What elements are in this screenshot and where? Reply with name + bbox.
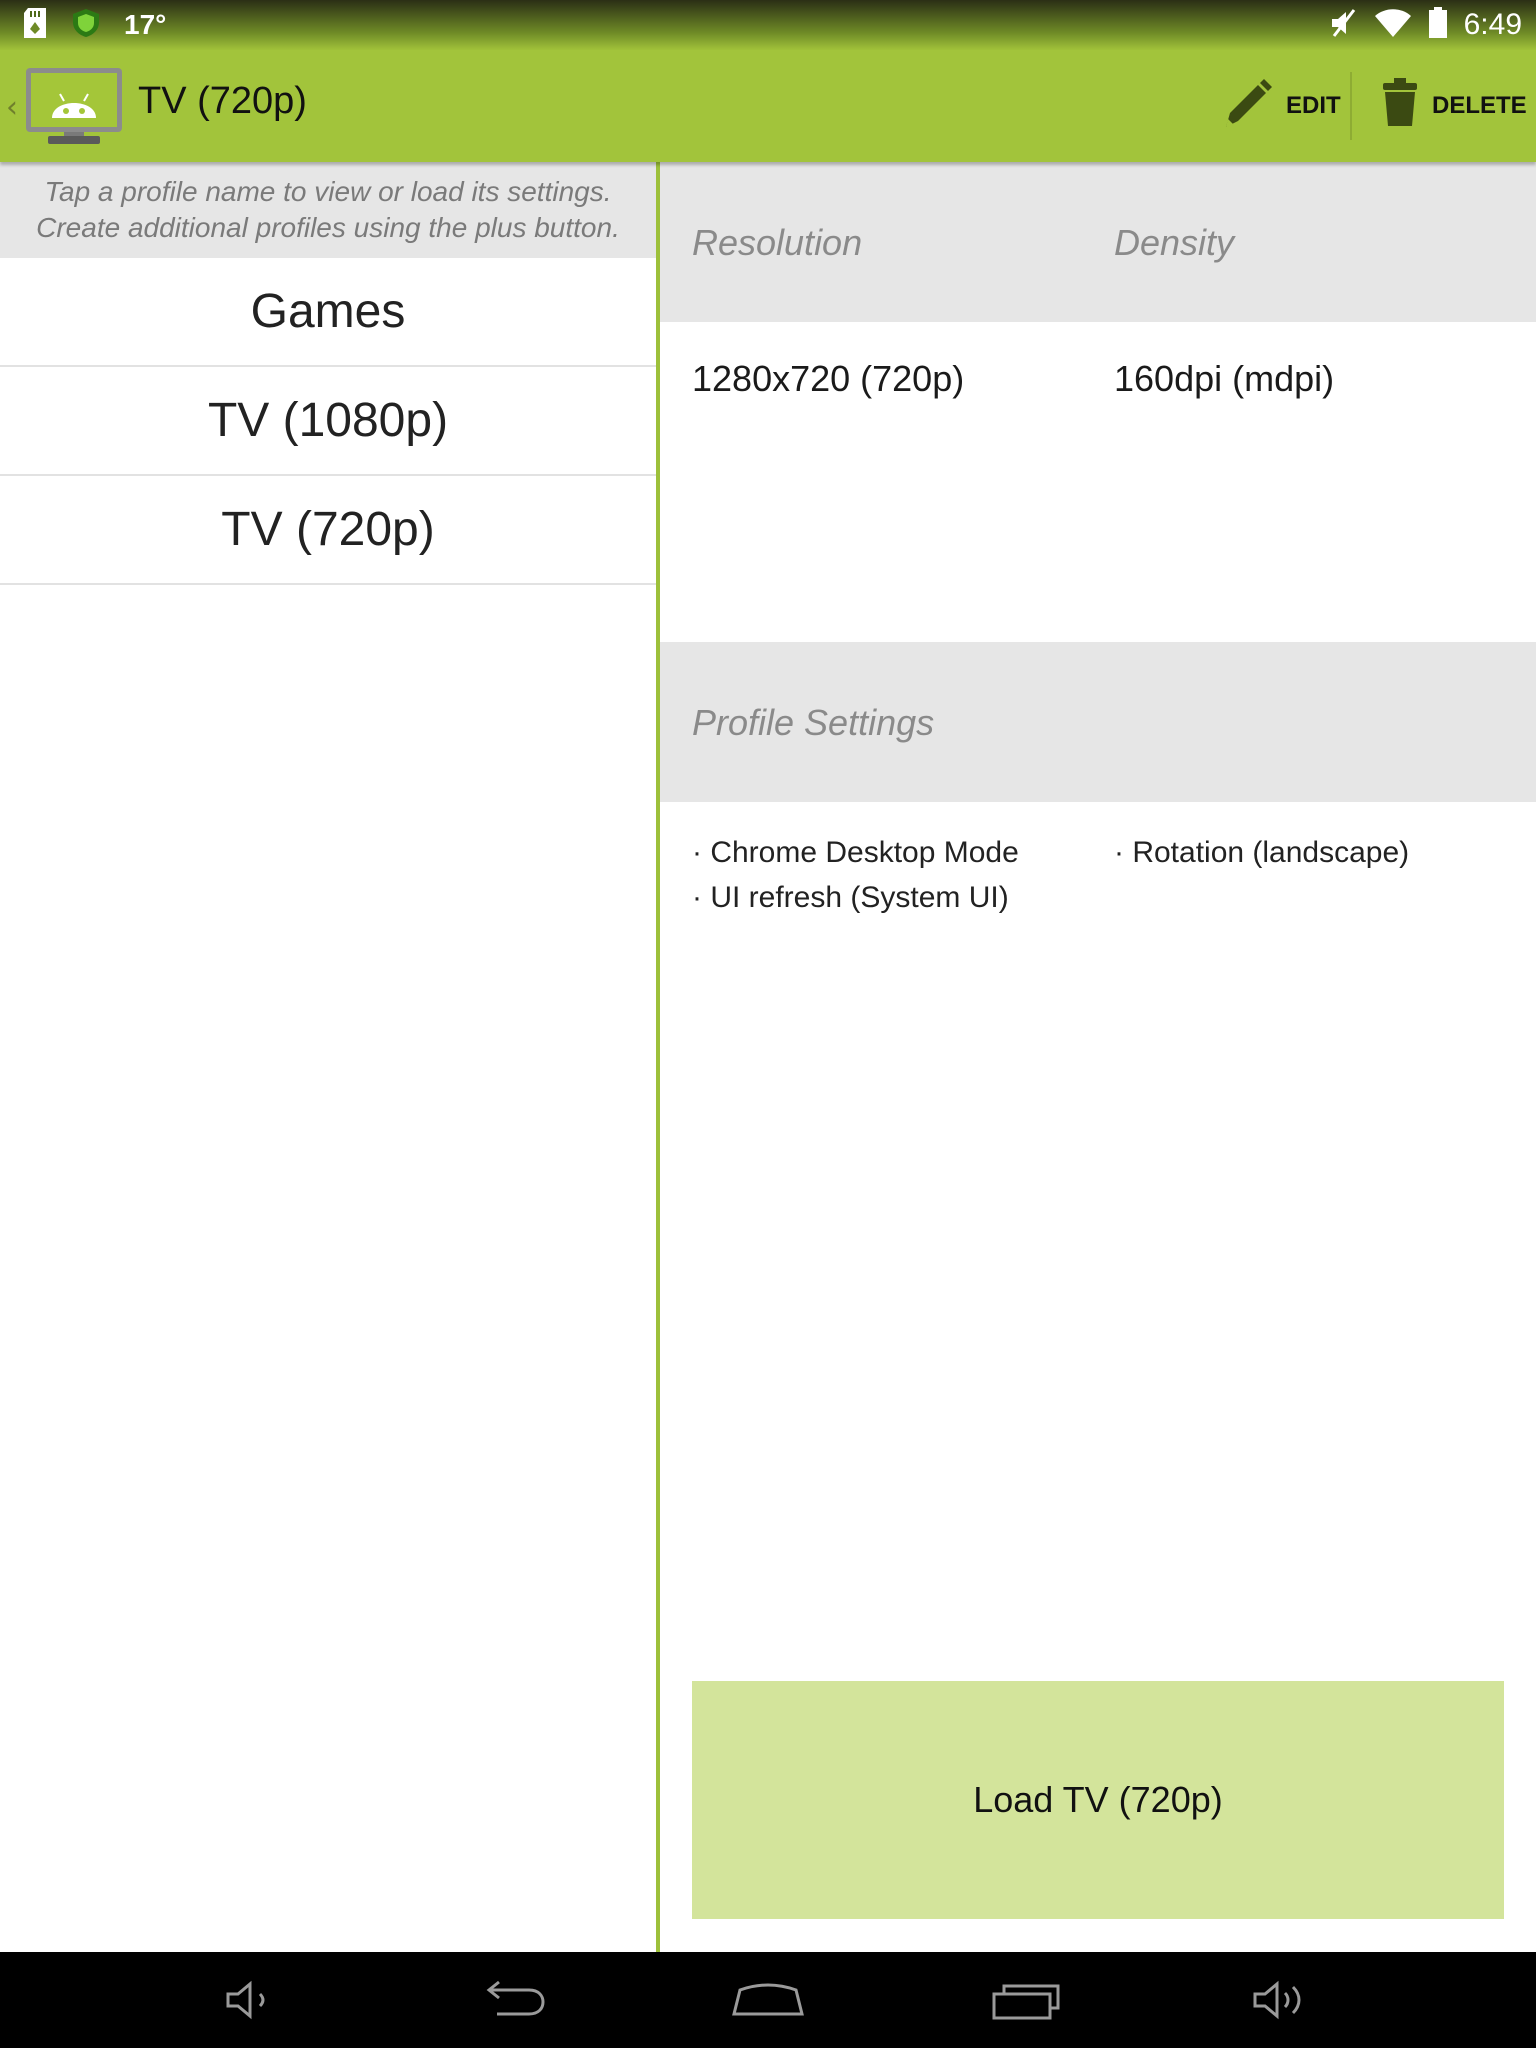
load-profile-button[interactable]: Load TV (720p)	[692, 1681, 1504, 1919]
hint-line-2: Create additional profiles using the plu…	[36, 212, 620, 243]
status-bar: 17° 6:49	[0, 0, 1536, 50]
action-divider	[1350, 72, 1352, 140]
profile-item-tv-720p[interactable]: TV (720p)	[0, 476, 656, 585]
page-title: TV (720p)	[138, 80, 307, 122]
edit-label: EDIT	[1286, 92, 1341, 119]
hint-line-1: Tap a profile name to view or load its s…	[44, 176, 612, 207]
profile-item-tv-1080p[interactable]: TV (1080p)	[0, 367, 656, 476]
display-header: Resolution Density	[660, 162, 1536, 322]
profile-list-pane: Tap a profile name to view or load its s…	[0, 162, 656, 1952]
setting-chrome-desktop-mode: · Chrome Desktop Mode	[692, 836, 1019, 869]
volume-up-icon[interactable]	[1240, 1970, 1320, 2030]
delete-button[interactable]: DELETE	[1380, 72, 1527, 140]
app-icon[interactable]	[26, 68, 122, 146]
recent-apps-icon[interactable]	[986, 1970, 1066, 2030]
resolution-header: Resolution	[692, 222, 863, 263]
temperature-text: 17°	[124, 9, 167, 40]
home-icon[interactable]	[728, 1970, 808, 2030]
profile-settings-title: Profile Settings	[692, 702, 935, 743]
trash-icon	[1380, 77, 1420, 135]
resolution-value: 1280x720 (720p)	[692, 358, 965, 399]
profile-item-games[interactable]: Games	[0, 258, 656, 367]
setting-rotation: · Rotation (landscape)	[1114, 836, 1410, 869]
clock-text: 6:49	[1463, 8, 1522, 41]
sd-card-icon	[22, 7, 48, 43]
setting-ui-refresh: · UI refresh (System UI)	[692, 881, 1009, 914]
edit-button[interactable]: EDIT	[1222, 72, 1341, 140]
battery-icon	[1428, 7, 1448, 43]
muted-icon	[1328, 7, 1358, 43]
navigation-bar	[0, 1952, 1536, 2048]
wifi-icon	[1374, 7, 1412, 43]
back-icon[interactable]	[472, 1970, 552, 2030]
delete-label: DELETE	[1432, 92, 1527, 119]
profile-detail-pane: Resolution Density 1280x720 (720p) 160dp…	[660, 162, 1536, 1952]
up-caret-icon[interactable]: ‹	[6, 90, 18, 125]
profile-settings-header: Profile Settings	[660, 642, 1536, 802]
shield-icon	[70, 7, 102, 43]
hint-text: Tap a profile name to view or load its s…	[0, 162, 656, 258]
density-header: Density	[1114, 222, 1235, 263]
volume-down-icon[interactable]	[210, 1970, 290, 2030]
action-bar: ‹ TV (720p) EDIT DELETE	[0, 50, 1536, 162]
pencil-icon	[1222, 77, 1274, 136]
density-value: 160dpi (mdpi)	[1114, 358, 1335, 399]
